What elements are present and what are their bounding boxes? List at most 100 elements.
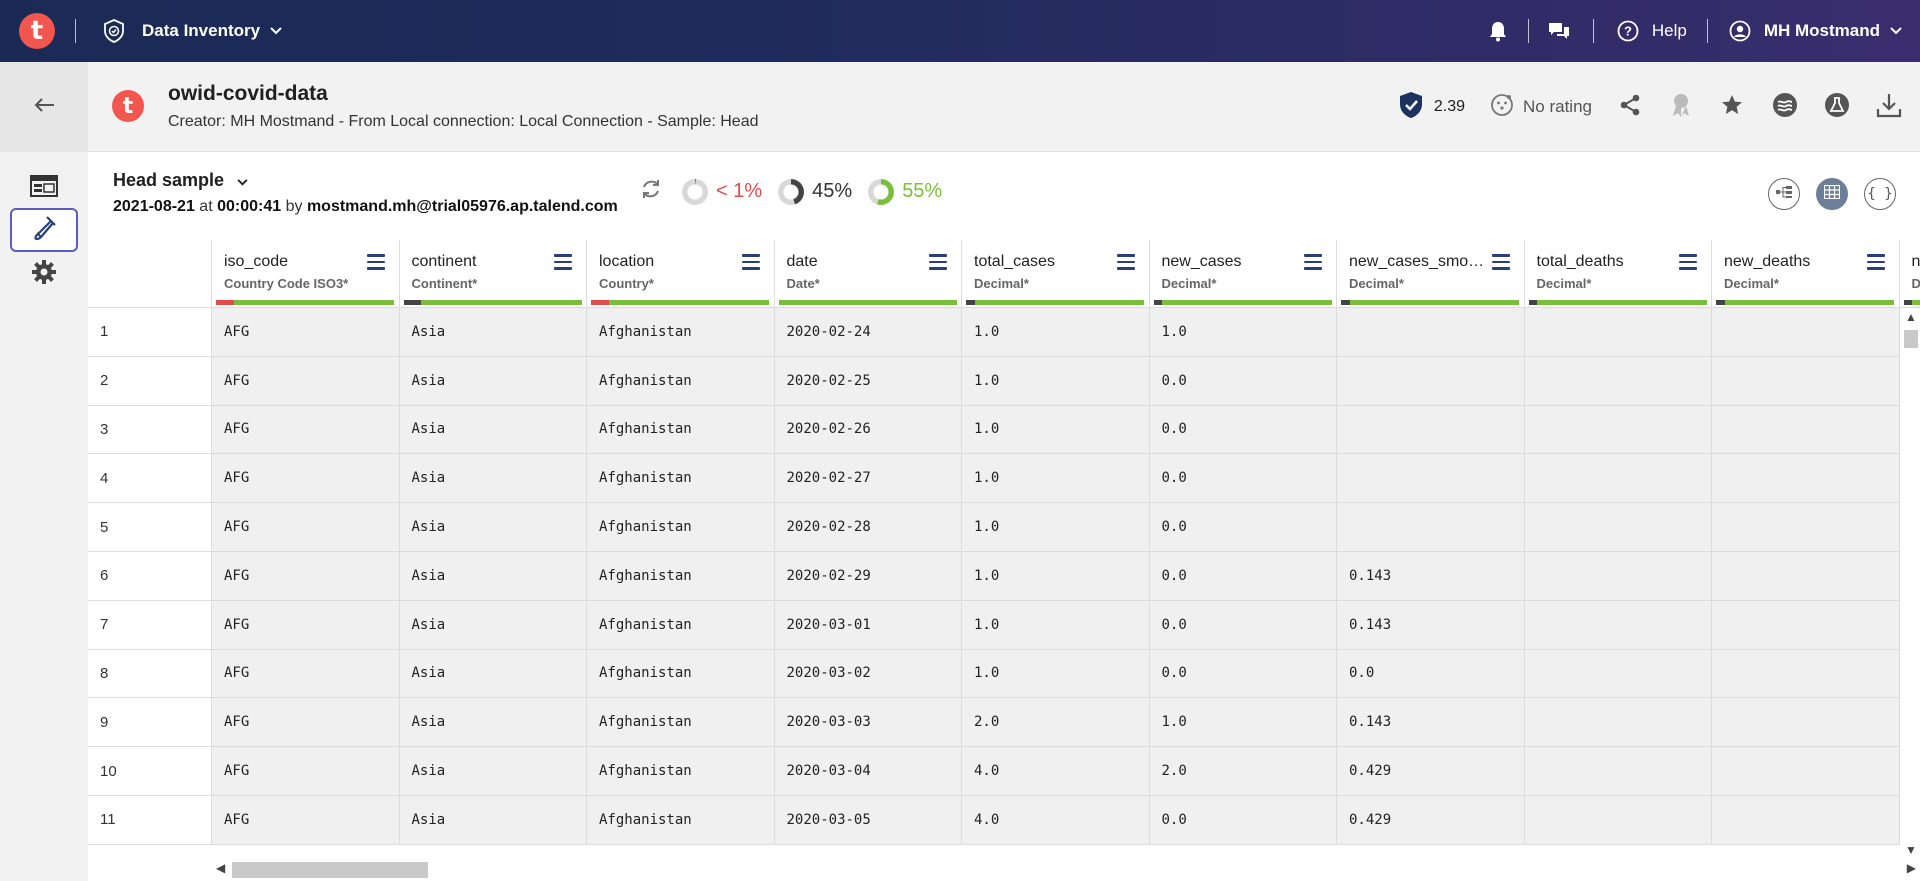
- table-cell[interactable]: [1712, 356, 1899, 406]
- table-cell[interactable]: [1712, 503, 1899, 552]
- column-header[interactable]: iso_code Country Code ISO3*: [212, 240, 399, 308]
- column-name[interactable]: date: [787, 253, 927, 271]
- table-cell[interactable]: 2020-03-05: [774, 795, 961, 845]
- table-cell[interactable]: AFG: [212, 356, 399, 406]
- table-cell[interactable]: 2020-02-24: [774, 308, 961, 357]
- table-cell[interactable]: Asia: [399, 551, 586, 601]
- column-header[interactable]: date Date*: [774, 240, 961, 308]
- table-cell[interactable]: Asia: [399, 308, 586, 357]
- help-link[interactable]: Help: [1652, 21, 1687, 41]
- table-cell[interactable]: 2020-02-26: [774, 405, 961, 455]
- table-cell[interactable]: 1.0: [1149, 308, 1336, 357]
- row-index[interactable]: 3: [88, 405, 212, 455]
- table-cell[interactable]: [1524, 551, 1711, 601]
- column-quality-bar[interactable]: [403, 300, 583, 305]
- column-quality-bar[interactable]: [216, 300, 395, 305]
- table-cell[interactable]: 0.143: [1337, 551, 1524, 601]
- table-cell[interactable]: 1.0: [962, 600, 1149, 650]
- user-circle-icon[interactable]: [1728, 19, 1752, 43]
- table-cell[interactable]: 0.143: [1337, 600, 1524, 650]
- table-cell[interactable]: 0.0: [1149, 600, 1336, 650]
- row-index[interactable]: 8: [88, 649, 212, 699]
- table-cell[interactable]: [1337, 503, 1524, 552]
- column-quality-bar[interactable]: [966, 300, 1145, 305]
- semantic-icon[interactable]: [1772, 92, 1798, 123]
- horizontal-scrollbar[interactable]: ◀ ▶: [212, 857, 1920, 881]
- table-cell[interactable]: [1712, 405, 1899, 455]
- column-header[interactable]: nD: [1899, 240, 1920, 308]
- sample-tab[interactable]: [10, 208, 78, 252]
- table-cell[interactable]: Afghanistan: [587, 503, 774, 552]
- settings-tab[interactable]: [10, 252, 78, 296]
- table-cell[interactable]: 0.0: [1149, 649, 1336, 699]
- table-cell[interactable]: Asia: [399, 356, 586, 406]
- table-cell[interactable]: [1337, 454, 1524, 504]
- column-menu-icon[interactable]: [1866, 254, 1885, 274]
- table-cell[interactable]: [1337, 356, 1524, 406]
- table-cell[interactable]: Afghanistan: [587, 356, 774, 406]
- table-cell[interactable]: 0.429: [1337, 795, 1524, 845]
- table-cell[interactable]: 1.0: [962, 551, 1149, 601]
- overview-tab[interactable]: [10, 166, 78, 210]
- column-quality-bar[interactable]: [1903, 300, 1920, 305]
- table-cell[interactable]: 1.0: [962, 503, 1149, 552]
- table-cell[interactable]: [1524, 503, 1711, 552]
- column-quality-bar[interactable]: [1153, 300, 1333, 305]
- column-semantic-type[interactable]: Date*: [787, 276, 950, 291]
- column-name[interactable]: new_deaths: [1724, 253, 1864, 271]
- table-cell[interactable]: AFG: [212, 551, 399, 601]
- column-name[interactable]: location: [599, 253, 739, 271]
- table-cell[interactable]: 2.0: [1149, 747, 1336, 796]
- column-semantic-type[interactable]: Decimal*: [1349, 276, 1512, 291]
- table-cell[interactable]: Afghanistan: [587, 551, 774, 601]
- column-header[interactable]: location Country*: [587, 240, 774, 308]
- column-menu-icon[interactable]: [741, 254, 760, 274]
- table-cell[interactable]: AFG: [212, 600, 399, 650]
- table-cell[interactable]: Afghanistan: [587, 600, 774, 650]
- row-index[interactable]: 1: [88, 308, 212, 357]
- table-cell[interactable]: 0.0: [1149, 454, 1336, 504]
- table-cell[interactable]: 0.0: [1149, 551, 1336, 601]
- table-cell[interactable]: Afghanistan: [587, 698, 774, 748]
- help-circle-icon[interactable]: ?: [1616, 19, 1640, 43]
- row-index[interactable]: 5: [88, 503, 212, 552]
- column-header[interactable]: new_cases_smoothed Decimal*: [1337, 240, 1524, 308]
- column-menu-icon[interactable]: [1679, 254, 1697, 274]
- column-header[interactable]: total_deaths Decimal*: [1524, 240, 1711, 308]
- bell-icon[interactable]: [1486, 19, 1510, 43]
- column-name[interactable]: new_cases: [1162, 253, 1302, 271]
- table-cell[interactable]: Afghanistan: [587, 795, 774, 845]
- table-cell[interactable]: [1524, 308, 1711, 357]
- star-icon[interactable]: [1720, 93, 1744, 122]
- table-cell[interactable]: Asia: [399, 747, 586, 796]
- table-cell[interactable]: 2020-03-02: [774, 649, 961, 699]
- vertical-scrollbar[interactable]: ▲ ▼: [1900, 308, 1920, 857]
- table-view-button[interactable]: [1816, 178, 1848, 210]
- column-menu-icon[interactable]: [366, 254, 385, 274]
- table-cell[interactable]: [1524, 747, 1711, 796]
- table-cell[interactable]: [1712, 747, 1899, 796]
- column-menu-icon[interactable]: [554, 254, 572, 274]
- table-cell[interactable]: Asia: [399, 698, 586, 748]
- column-semantic-type[interactable]: Continent*: [412, 276, 575, 291]
- column-quality-bar[interactable]: [591, 300, 770, 305]
- chevron-down-icon[interactable]: [237, 170, 248, 190]
- sample-title[interactable]: Head sample: [113, 170, 224, 190]
- column-menu-icon[interactable]: [1304, 254, 1322, 274]
- column-semantic-type[interactable]: D: [1912, 276, 1920, 291]
- table-cell[interactable]: Asia: [399, 795, 586, 845]
- scroll-down-icon[interactable]: ▼: [1905, 843, 1917, 857]
- scroll-left-icon[interactable]: ◀: [216, 861, 225, 875]
- refresh-icon[interactable]: [640, 178, 662, 205]
- column-menu-icon[interactable]: [1491, 254, 1510, 274]
- row-index[interactable]: 6: [88, 551, 212, 601]
- table-cell[interactable]: 0.0: [1337, 649, 1524, 699]
- table-cell[interactable]: AFG: [212, 698, 399, 748]
- column-quality-bar[interactable]: [1528, 300, 1708, 305]
- column-header[interactable]: total_cases Decimal*: [962, 240, 1149, 308]
- column-name[interactable]: new_cases_smoothed: [1349, 253, 1489, 271]
- table-cell[interactable]: Afghanistan: [587, 308, 774, 357]
- row-index[interactable]: 11: [88, 795, 212, 845]
- horizontal-scroll-thumb[interactable]: [232, 862, 428, 878]
- rating-icon[interactable]: [1489, 92, 1515, 123]
